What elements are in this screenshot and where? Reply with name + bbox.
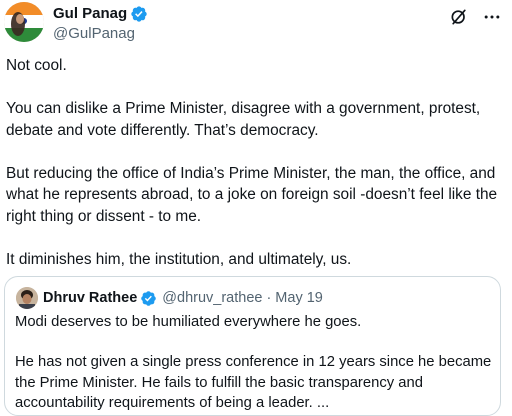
grok-icon[interactable]: [449, 7, 469, 27]
avatar-photo: [4, 2, 44, 42]
tweet-text: Not cool. You can dislike a Prime Minist…: [6, 57, 498, 268]
quoted-header: Dhruv Rathee @dhruv_rathee · May 19: [43, 288, 323, 308]
quoted-author-handle[interactable]: @dhruv_rathee: [162, 288, 262, 308]
quoted-tweet-text: Modi deserves to be humiliated everywher…: [15, 314, 492, 411]
more-options-icon[interactable]: [482, 7, 502, 27]
quoted-avatar-photo: [16, 287, 38, 309]
author-avatar[interactable]: [4, 2, 44, 42]
author-handle[interactable]: @GulPanag: [53, 24, 135, 44]
author-name[interactable]: Gul Panag: [53, 4, 127, 24]
quoted-separator: ·: [266, 290, 272, 306]
verified-badge-icon: [131, 6, 147, 22]
quoted-verified-badge-icon: [141, 290, 157, 306]
quoted-tweet-card[interactable]: Dhruv Rathee @dhruv_rathee · May 19 Modi…: [4, 276, 501, 416]
quoted-date[interactable]: May 19: [275, 288, 323, 308]
author-name-row[interactable]: Gul Panag: [53, 4, 148, 24]
quoted-author-name[interactable]: Dhruv Rathee: [43, 288, 137, 308]
quoted-author-avatar[interactable]: [16, 287, 38, 309]
